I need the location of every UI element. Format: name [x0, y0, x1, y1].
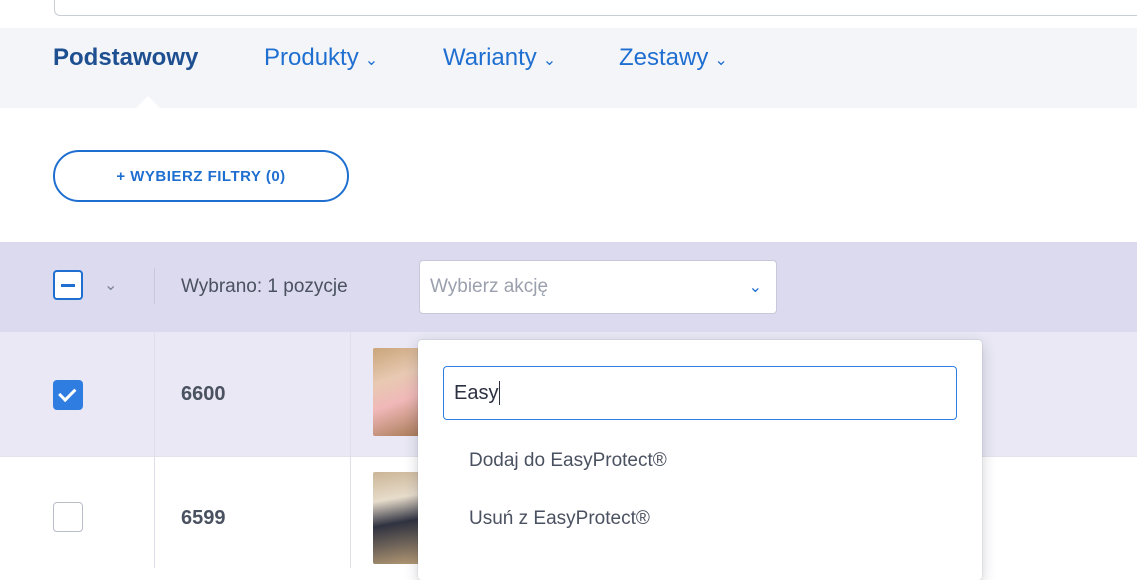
option-remove-easyprotect[interactable]: Usuń z EasyProtect® — [469, 508, 650, 530]
action-search-value: Easy — [454, 381, 499, 404]
product-thumbnail[interactable] — [373, 348, 421, 436]
selected-count-label: Wybrano: 1 pozycje — [181, 276, 348, 297]
checkmark-icon — [58, 383, 77, 403]
tab-label: Zestawy — [619, 44, 709, 71]
select-all-checkbox[interactable] — [53, 270, 83, 300]
action-search-input[interactable]: Easy — [443, 366, 957, 420]
row-checkbox[interactable] — [53, 502, 83, 532]
chevron-down-icon: ⌄ — [748, 279, 762, 296]
divider — [154, 268, 155, 304]
chevron-down-icon: ⌄ — [714, 52, 728, 69]
tab-label: Podstawowy — [53, 44, 199, 71]
text-caret — [499, 381, 501, 405]
tab-zestawy[interactable]: Zestawy ⌄ — [619, 44, 728, 72]
action-select-placeholder: Wybierz akcję — [430, 276, 549, 297]
tab-label: Warianty — [443, 44, 537, 71]
action-select[interactable]: Wybierz akcję ⌄ — [419, 260, 777, 314]
active-tab-pointer — [136, 96, 160, 108]
tab-produkty[interactable]: Produkty ⌄ — [264, 44, 378, 72]
choose-filters-button[interactable]: + WYBIERZ FILTRY (0) — [53, 150, 349, 202]
chevron-down-icon: ⌄ — [542, 52, 557, 69]
top-input-edge — [54, 0, 1137, 16]
tab-warianty[interactable]: Warianty ⌄ — [443, 44, 556, 72]
column-divider — [350, 332, 351, 568]
action-dropdown: Easy Dodaj do EasyProtect® Usuń z EasyPr… — [418, 340, 982, 580]
tab-podstawowy[interactable]: Podstawowy — [53, 44, 198, 72]
product-thumbnail[interactable] — [373, 472, 421, 564]
option-add-easyprotect[interactable]: Dodaj do EasyProtect® — [469, 450, 667, 472]
indeterminate-dash-icon — [61, 283, 75, 287]
chevron-down-icon[interactable]: ⌄ — [104, 275, 117, 295]
column-divider — [154, 332, 155, 568]
chevron-down-icon: ⌄ — [364, 52, 379, 69]
tab-label: Produkty — [264, 44, 359, 71]
row-checkbox[interactable] — [53, 380, 83, 410]
product-id: 6599 — [181, 507, 226, 529]
product-id: 6600 — [181, 383, 226, 405]
